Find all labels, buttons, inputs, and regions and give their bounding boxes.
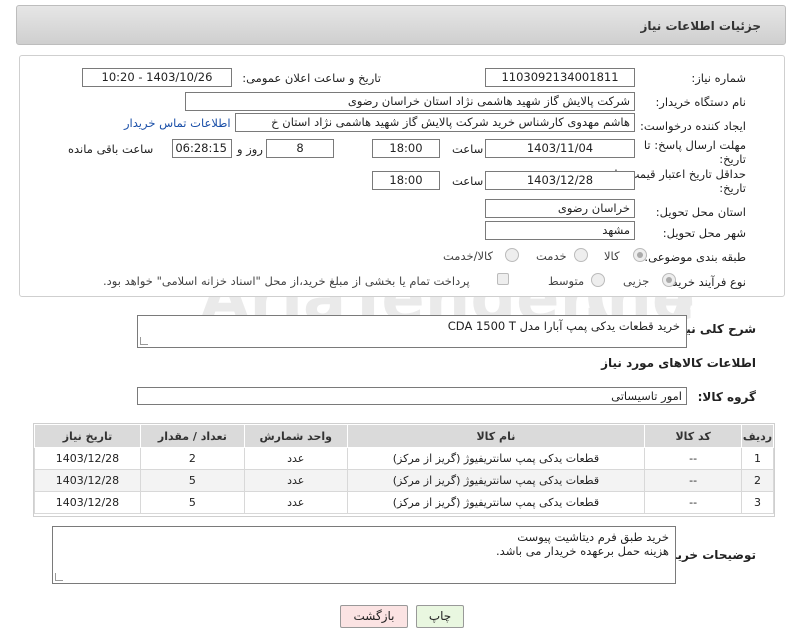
item-need-date: 1403/12/28 [34,447,141,470]
time-remaining-field[interactable]: 06:28:15 [172,139,232,158]
city-label: شهر محل تحویل: [662,226,746,240]
item-unit: عدد [243,491,348,514]
resize-handle-icon[interactable] [140,337,148,345]
category-goods-label: کالا [604,249,620,263]
price-date-field[interactable]: 1403/12/28 [485,171,635,190]
time-remaining-label: ساعت باقی مانده [68,142,154,156]
item-quantity: 5 [139,469,245,492]
price-time-label: ساعت [452,174,484,188]
buyer-notes-textarea[interactable]: خرید طبق فرم دیتاشیت پیوست هزینه حمل برع… [52,526,676,584]
need-number-label: شماره نیاز: [691,71,746,85]
category-goods-radio[interactable] [633,248,647,262]
days-label: روز و [237,142,263,156]
category-both-label: کالا/خدمت [443,249,494,263]
buyer-org-label: نام دستگاه خریدار: [655,95,746,109]
item-code: -- [644,447,743,470]
item-need-date: 1403/12/28 [34,469,141,492]
goods-group-label: گروه کالا: [697,390,756,404]
goods-table: ردیف کد کالا نام کالا واحد شمارش تعداد /… [33,423,775,517]
process-medium-radio[interactable] [591,273,605,287]
column-header: تعداد / مقدار [139,424,245,448]
category-both-radio[interactable] [505,248,519,262]
summary-text: خرید قطعات یدکی پمپ آبارا مدل CDA 1500 T [447,319,680,333]
reply-date-field[interactable]: 1403/11/04 [485,139,635,158]
column-header: واحد شمارش [243,424,348,448]
buyer-notes-line: خرید طبق فرم دیتاشیت پیوست [517,530,669,544]
row-number: 2 [741,469,774,492]
item-quantity: 5 [139,491,245,514]
announce-datetime-field[interactable]: 1403/10/26 - 10:20 [82,68,232,87]
column-header: ردیف [741,424,774,448]
treasury-payment-checkbox[interactable] [497,273,509,285]
reply-time-label: ساعت [452,142,484,156]
process-type-label: نوع فرآیند خرید : [664,275,746,289]
process-medium-label: متوسط [548,274,585,288]
reply-time-field[interactable]: 18:00 [372,139,440,158]
resize-handle-icon[interactable] [55,573,63,581]
goods-group-field[interactable]: امور تاسیساتی [137,387,687,405]
row-number: 3 [741,491,774,514]
table-header-row: ردیف کد کالا نام کالا واحد شمارش تعداد /… [34,424,774,448]
reply-deadline-label: مهلت ارسال پاسخ: تا [643,138,746,152]
treasury-payment-note: پرداخت تمام یا بخشی از مبلغ خرید،از محل … [103,274,470,288]
item-code: -- [644,469,743,492]
summary-textarea[interactable]: خرید قطعات یدکی پمپ آبارا مدل CDA 1500 T [137,315,687,348]
column-header: تاریخ نیاز [34,424,141,448]
price-validity-label-2: تاریخ: [719,181,746,195]
days-remaining-field[interactable]: 8 [266,139,334,158]
category-service-radio[interactable] [574,248,588,262]
goods-section-title: اطلاعات کالاهای مورد نیاز [601,356,756,370]
reply-deadline-label-2: تاریخ: [719,152,746,166]
column-header: کد کالا [644,424,743,448]
column-header: نام کالا [346,424,646,448]
buyer-org-field[interactable]: شرکت پالایش گاز شهید هاشمی نژاد استان خر… [185,92,635,111]
creator-label: ایجاد کننده درخواست: [640,119,746,133]
table-row[interactable]: 2 -- قطعات یدکی پمپ سانتریفیوژ (گریز از … [34,469,774,492]
item-unit: عدد [243,469,348,492]
table-row[interactable]: 1 -- قطعات یدکی پمپ سانتریفیوژ (گریز از … [34,447,774,470]
item-quantity: 2 [139,447,245,470]
item-code: -- [644,491,743,514]
process-minor-label: جزیی [623,274,650,288]
item-name: قطعات یدکی پمپ سانتریفیوژ (گریز از مرکز) [346,469,646,492]
back-button[interactable]: بازگشت [340,605,408,628]
province-label: استان محل تحویل: [655,205,746,219]
page-title: جزئیات اطلاعات نیاز [640,19,761,33]
city-field[interactable]: مشهد [485,221,635,240]
announce-label: تاریخ و ساعت اعلان عمومی: [242,71,381,85]
price-time-field[interactable]: 18:00 [372,171,440,190]
item-unit: عدد [243,447,348,470]
process-minor-radio[interactable] [662,273,676,287]
row-number: 1 [741,447,774,470]
creator-field[interactable]: هاشم مهدوی کارشناس خرید شرکت پالایش گاز … [235,113,635,132]
province-field[interactable]: خراسان رضوی [485,199,635,218]
category-label: طبقه بندی موضوعی: [644,250,746,264]
item-name: قطعات یدکی پمپ سانتریفیوژ (گریز از مرکز) [346,447,646,470]
item-name: قطعات یدکی پمپ سانتریفیوژ (گریز از مرکز) [346,491,646,514]
table-row[interactable]: 3 -- قطعات یدکی پمپ سانتریفیوژ (گریز از … [34,491,774,514]
page-header: جزئیات اطلاعات نیاز [16,5,786,45]
need-number-field[interactable]: 1103092134001811 [485,68,635,87]
category-service-label: خدمت [536,249,567,263]
print-button[interactable]: چاپ [416,605,464,628]
buyer-contact-link[interactable]: اطلاعات تماس خریدار [124,116,231,130]
buyer-notes-line: هزینه حمل برعهده خریدار می باشد. [496,544,669,558]
item-need-date: 1403/12/28 [34,491,141,514]
